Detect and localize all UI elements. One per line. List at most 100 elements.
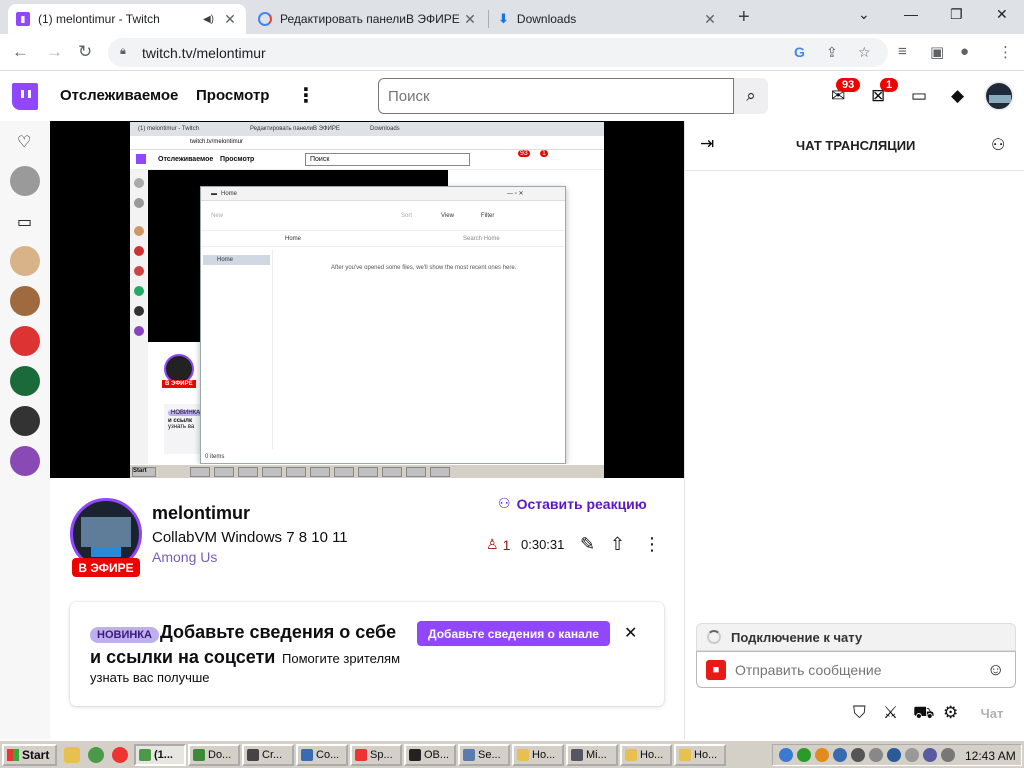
chat-input-box[interactable]: ■ ☺ bbox=[696, 651, 1016, 688]
video-player[interactable]: (1) melontimur - Twitch Редактировать па… bbox=[50, 121, 684, 478]
taskbar-app[interactable]: Ho... bbox=[620, 744, 672, 766]
edit-pencil-icon[interactable]: ✎ bbox=[580, 534, 595, 555]
video-camera-icon[interactable]: ■ bbox=[706, 660, 726, 680]
google-lens-icon[interactable]: G bbox=[794, 44, 805, 60]
star-icon[interactable]: ☆ bbox=[858, 44, 871, 61]
community-users-icon[interactable]: ⚇ bbox=[991, 135, 1005, 155]
chat-message-input[interactable] bbox=[735, 658, 975, 682]
menu-kebab-icon[interactable]: ⋮ bbox=[998, 43, 1013, 61]
restore-icon[interactable]: ❐ bbox=[950, 6, 963, 23]
more-kebab-icon[interactable]: ⋮ bbox=[296, 83, 316, 108]
leave-reaction-button[interactable]: ⚇ Оставить реакцию bbox=[498, 495, 647, 512]
sidebar-channel-avatar[interactable] bbox=[10, 326, 40, 356]
tray-icon[interactable] bbox=[779, 748, 793, 762]
taskbar-app[interactable]: Se... bbox=[458, 744, 510, 766]
stream-url: twitch.tv/melontimur bbox=[190, 139, 244, 145]
tray-icon[interactable] bbox=[905, 748, 919, 762]
game-link[interactable]: Among Us bbox=[152, 549, 217, 565]
close-icon[interactable]: ✕ bbox=[222, 11, 238, 28]
inbox-badge: 1 bbox=[880, 78, 899, 92]
close-icon[interactable]: ✕ bbox=[702, 11, 718, 28]
chat-send-button[interactable]: Чат bbox=[972, 699, 1012, 727]
heart-icon[interactable]: ♡ bbox=[17, 132, 31, 152]
close-icon[interactable]: ✕ bbox=[462, 11, 478, 28]
sidebar-channel-avatar[interactable] bbox=[10, 366, 40, 396]
promo-subtext-1: Помогите зрителям bbox=[282, 651, 401, 666]
taskbar-app[interactable]: Ho... bbox=[674, 744, 726, 766]
tab-twitch[interactable]: ▮ (1) melontimur - Twitch ◀) ✕ bbox=[8, 4, 246, 34]
share-upload-icon[interactable]: ⇧ bbox=[610, 534, 625, 555]
explorer-search: Search Home bbox=[463, 236, 500, 242]
tab-title: (1) melontimur - Twitch bbox=[38, 12, 160, 26]
taskbar-app[interactable]: Sp... bbox=[350, 744, 402, 766]
taskbar-chrome[interactable]: (1... bbox=[134, 744, 186, 766]
tray-icon[interactable] bbox=[923, 748, 937, 762]
close-window-icon[interactable]: ✕ bbox=[996, 6, 1008, 23]
left-sidebar: ♡ ▭ bbox=[0, 121, 50, 739]
twitch-logo-icon[interactable] bbox=[12, 83, 38, 110]
stream-sidebar bbox=[130, 170, 148, 464]
stream-video-frame: (1) melontimur - Twitch Редактировать па… bbox=[130, 122, 604, 478]
speaker-icon[interactable]: ◀) bbox=[203, 14, 214, 25]
taskbar-app[interactable]: Ho... bbox=[512, 744, 564, 766]
sidebar-channel-avatar[interactable] bbox=[10, 246, 40, 276]
start-button[interactable]: Start bbox=[2, 744, 57, 766]
nav-browse[interactable]: Просмотр bbox=[196, 87, 269, 104]
tray-icon[interactable] bbox=[869, 748, 883, 762]
channel-name[interactable]: melontimur bbox=[152, 503, 250, 524]
search-button[interactable]: ⌕ bbox=[734, 78, 768, 114]
minimize-icon[interactable]: — bbox=[904, 6, 918, 22]
reload-icon[interactable]: ↻ bbox=[78, 42, 92, 62]
sidebar-channel-avatar[interactable] bbox=[10, 446, 40, 476]
cart-icon[interactable]: ⛟ bbox=[913, 703, 934, 725]
tray-icon[interactable] bbox=[815, 748, 829, 762]
whispers-icon[interactable]: ▭ bbox=[911, 86, 927, 106]
nav-following[interactable]: Отслеживаемое bbox=[60, 87, 178, 104]
new-tab-button[interactable]: + bbox=[738, 6, 750, 29]
taskbar-label: Mi... bbox=[586, 749, 607, 761]
bits-icon[interactable]: ◆ bbox=[951, 86, 964, 106]
tray-icon[interactable] bbox=[851, 748, 865, 762]
chrome-icon[interactable] bbox=[88, 747, 104, 763]
user-avatar[interactable] bbox=[984, 81, 1014, 111]
tray-icon[interactable] bbox=[833, 748, 847, 762]
gear-icon[interactable]: ⚙ bbox=[943, 703, 958, 723]
stream-tab-label: Downloads bbox=[370, 126, 400, 132]
media-control-icon[interactable]: ≡ bbox=[898, 43, 907, 60]
sidebar-channel-avatar[interactable] bbox=[10, 286, 40, 316]
taskbar-obs[interactable]: OB... bbox=[404, 744, 456, 766]
forward-icon[interactable]: → bbox=[46, 42, 63, 62]
tab-edit-panels[interactable]: Редактировать панелиВ ЭФИРЕ ✕ bbox=[250, 4, 486, 34]
taskbar-downloads[interactable]: Do... bbox=[188, 744, 240, 766]
profile-icon[interactable]: ● bbox=[960, 43, 969, 60]
back-icon[interactable]: ← bbox=[12, 42, 29, 62]
video-camera-icon[interactable]: ▭ bbox=[17, 212, 32, 232]
sidebar-channel-avatar[interactable] bbox=[10, 166, 40, 196]
share-icon[interactable]: ⇪ bbox=[826, 44, 838, 61]
taskbar-app[interactable]: Cr... bbox=[242, 744, 294, 766]
add-channel-info-button[interactable]: Добавьте сведения о канале bbox=[417, 621, 610, 646]
tray-icon[interactable] bbox=[797, 748, 811, 762]
sword-icon[interactable]: ⚔ bbox=[883, 703, 898, 723]
taskbar-app[interactable]: Co... bbox=[296, 744, 348, 766]
side-panel-icon[interactable]: ▣ bbox=[930, 43, 944, 61]
chevron-down-icon[interactable]: ⌄ bbox=[858, 6, 870, 23]
opera-icon[interactable] bbox=[112, 747, 128, 763]
tray-icon[interactable] bbox=[887, 748, 901, 762]
tab-downloads[interactable]: ⬇ Downloads ✕ bbox=[490, 4, 726, 34]
folder-icon[interactable] bbox=[64, 747, 80, 763]
emoji-icon[interactable]: ☺ bbox=[987, 660, 1004, 680]
chat-header: ⇥ ЧАТ ТРАНСЛЯЦИИ ⚇ bbox=[685, 121, 1024, 171]
download-icon: ⬇ bbox=[498, 11, 509, 26]
search-input[interactable] bbox=[378, 78, 734, 114]
collapse-chat-icon[interactable]: ⇥ bbox=[700, 134, 714, 154]
address-bar[interactable]: 🔒︎ twitch.tv/melontimur G ⇪ ☆ bbox=[108, 38, 888, 67]
close-icon[interactable]: ✕ bbox=[624, 623, 637, 643]
tray-icon[interactable] bbox=[941, 748, 955, 762]
taskbar-app[interactable]: Mi... bbox=[566, 744, 618, 766]
lock-icon[interactable]: 🔒︎ bbox=[120, 45, 126, 58]
shield-icon[interactable]: ⛉ bbox=[853, 703, 866, 723]
sidebar-channel-avatar[interactable] bbox=[10, 406, 40, 436]
more-kebab-icon[interactable]: ⋮ bbox=[643, 534, 661, 555]
stream-browser-tabs: (1) melontimur - Twitch Редактировать па… bbox=[130, 122, 604, 136]
